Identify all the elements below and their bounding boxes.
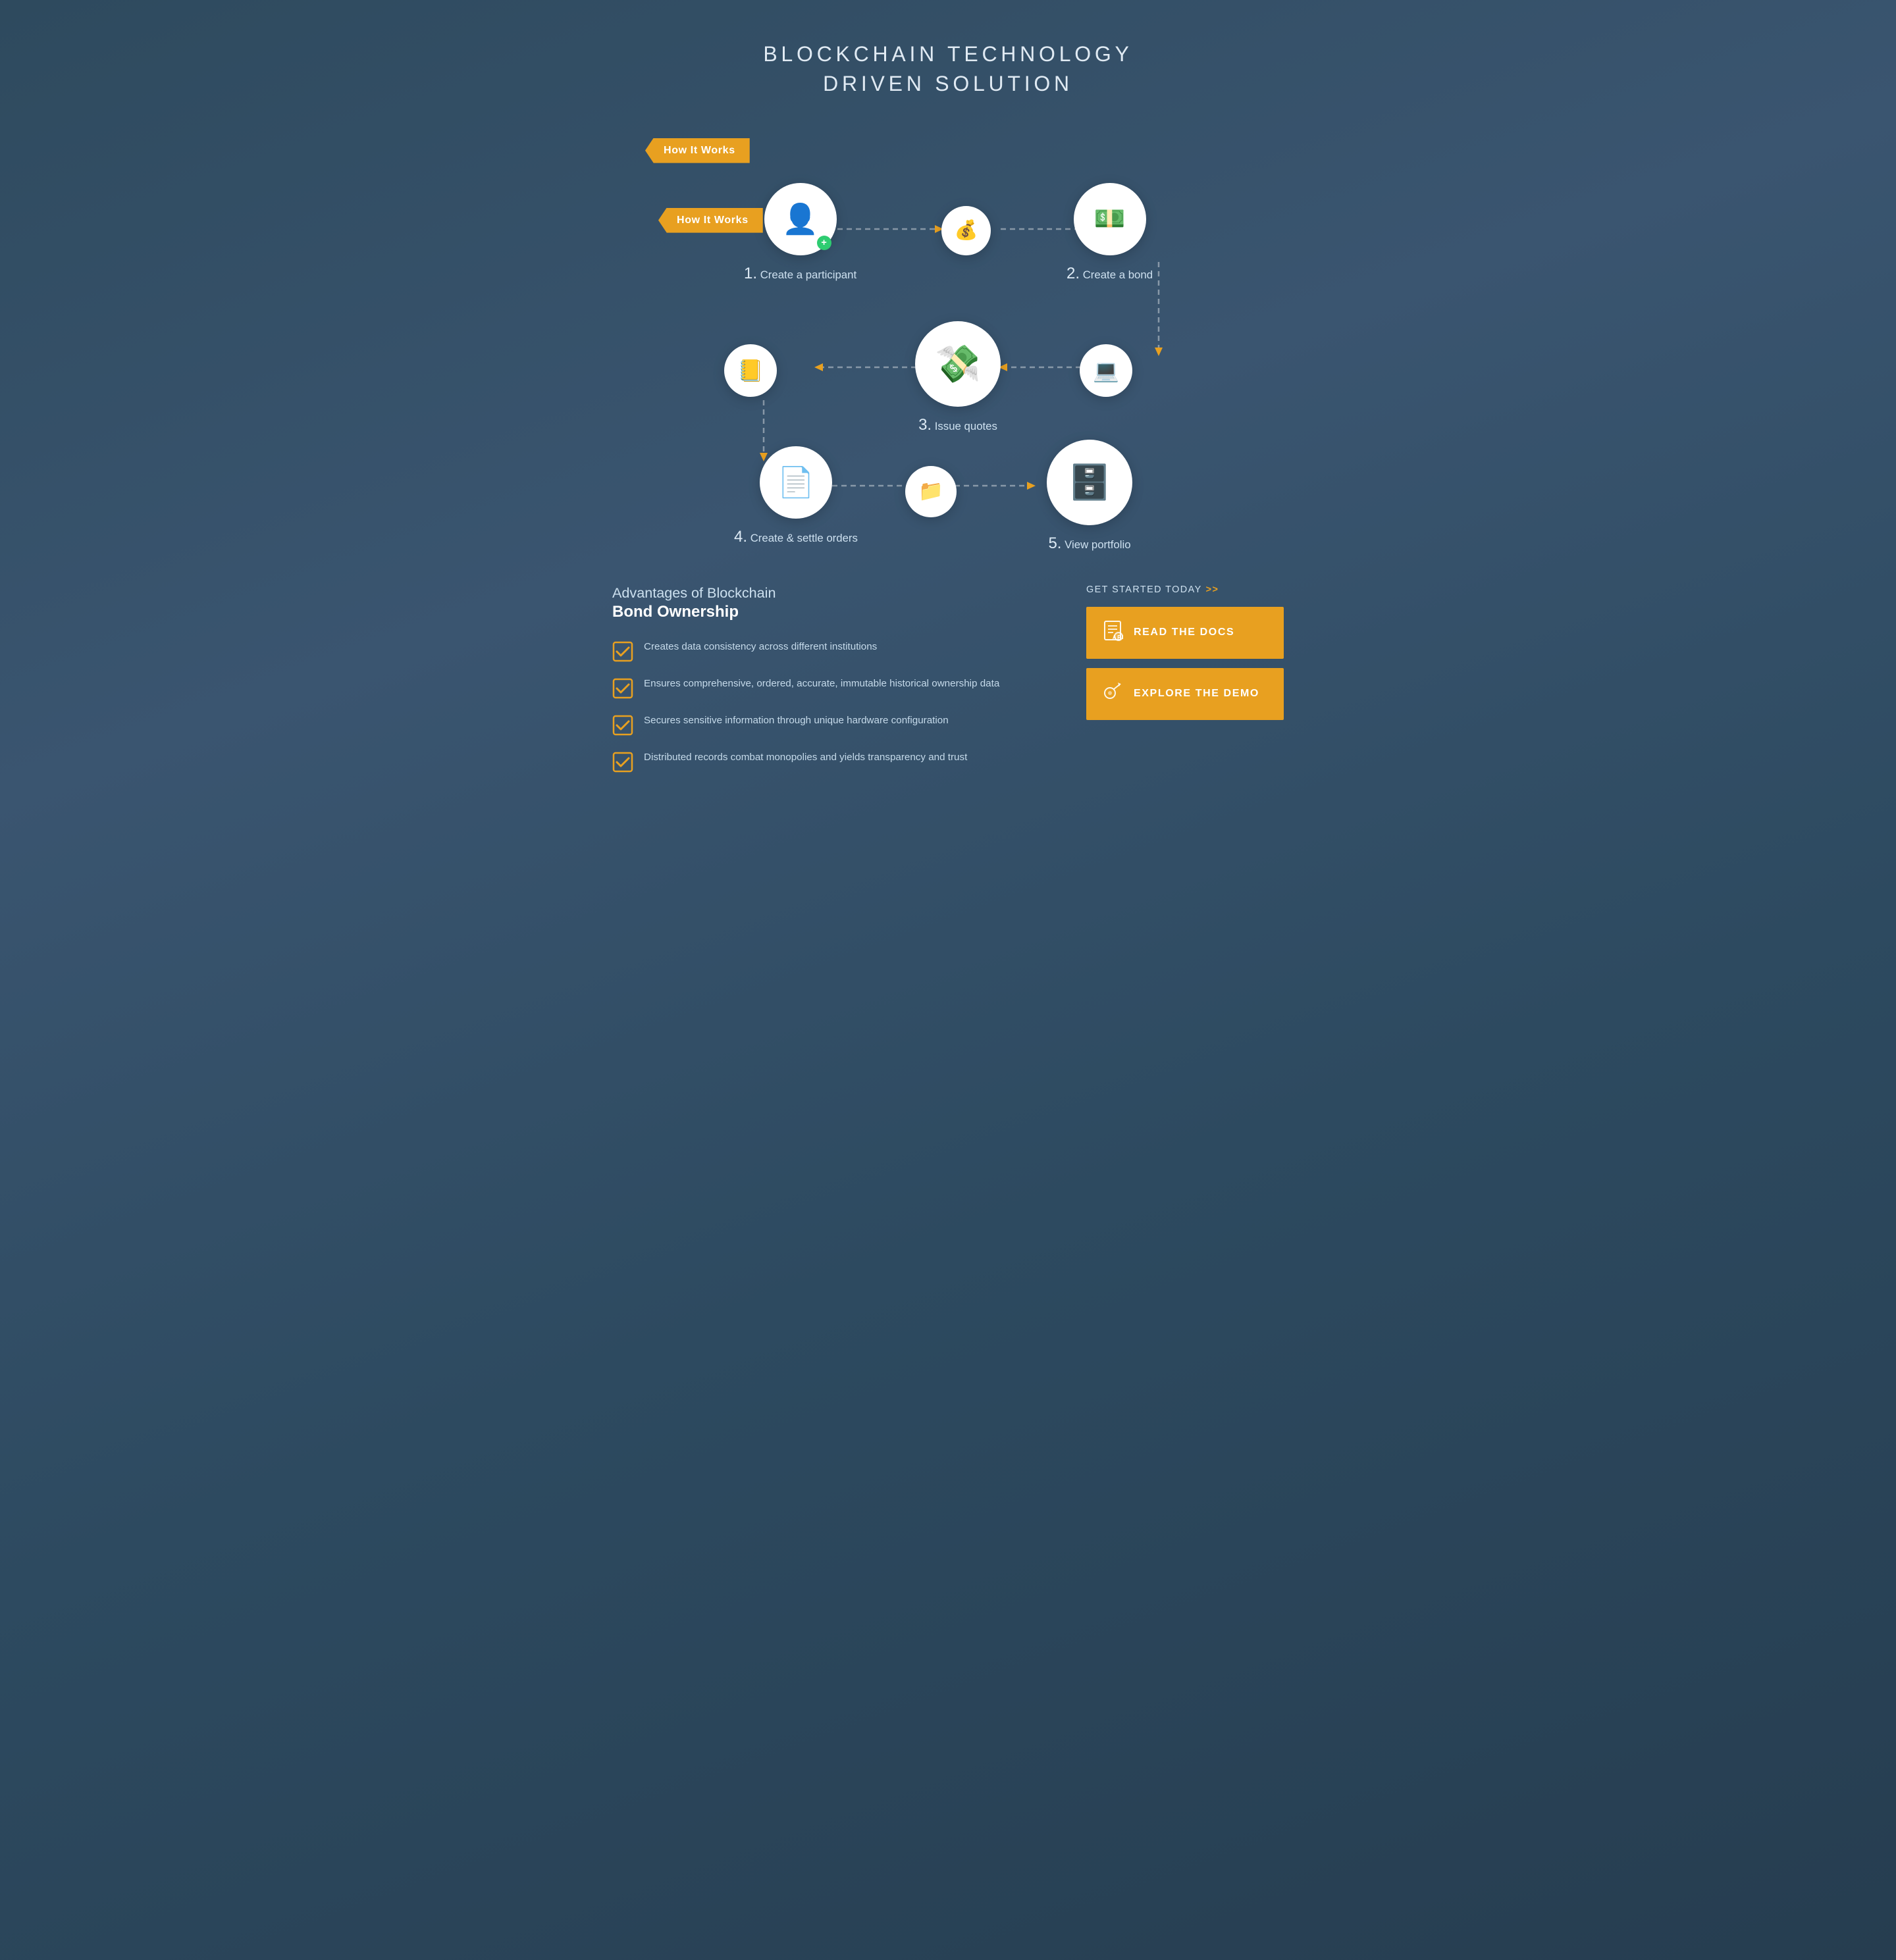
how-it-works-badge-2: How It Works (658, 208, 763, 233)
how-it-works-section: How It Works (612, 138, 1284, 532)
step-1-node: 👤 + 1. Create a participant (744, 183, 856, 283)
small-ledger-node: 📒 (724, 344, 777, 397)
check-icon-4 (612, 752, 633, 773)
how-it-works-badge: How It Works (645, 138, 750, 163)
step-1-label: 1. Create a participant (744, 265, 856, 283)
small-bond-node: 💰 (941, 206, 991, 255)
advantage-text-2: Ensures comprehensive, ordered, accurate… (644, 677, 999, 692)
advantage-item-1: Creates data consistency across differen… (612, 640, 1034, 662)
flow-diagram: How It Works 👤 + 1. Create a participant… (658, 163, 1238, 532)
cta-col: GET STARTED TODAY >> API READ THE DOCS (1086, 584, 1284, 729)
check-icon-3 (612, 715, 633, 736)
step-2-circle: 💵 (1074, 183, 1146, 255)
step-4-label: 4. Create & settle orders (734, 528, 858, 546)
page-header: BLOCKCHAIN TECHNOLOGY DRIVEN SOLUTION (612, 39, 1284, 99)
explore-demo-button[interactable]: EXPLORE THE DEMO (1086, 668, 1284, 720)
get-started-label: GET STARTED TODAY >> (1086, 584, 1284, 595)
read-docs-label: READ THE DOCS (1134, 627, 1234, 638)
step-2-node: 💵 2. Create a bond (1066, 183, 1153, 283)
advantage-text-3: Secures sensitive information through un… (644, 713, 949, 729)
step-3-icon: 💸 (935, 342, 981, 386)
explore-demo-icon (1101, 680, 1124, 708)
step-4-circle: 📄 (760, 446, 832, 519)
read-docs-icon: API (1101, 619, 1124, 647)
step-2-icon: 💵 (1094, 204, 1126, 234)
advantages-col: Advantages of Blockchain Bond Ownership … (612, 584, 1034, 787)
step-2-label: 2. Create a bond (1066, 265, 1153, 283)
small-bond-icon: 💰 (955, 219, 978, 242)
advantage-item-2: Ensures comprehensive, ordered, accurate… (612, 677, 1034, 699)
svg-text:API: API (1113, 634, 1124, 640)
small-trade-circle: 💻 (1080, 344, 1132, 397)
step-1-plus: + (817, 236, 831, 250)
explore-demo-label: EXPLORE THE DEMO (1134, 688, 1259, 700)
bottom-section: Advantages of Blockchain Bond Ownership … (612, 584, 1284, 787)
page-title: BLOCKCHAIN TECHNOLOGY DRIVEN SOLUTION (612, 39, 1284, 99)
small-folder-node: 📁 (905, 466, 957, 517)
advantages-title: Bond Ownership (612, 603, 1034, 621)
check-icon-2 (612, 678, 633, 699)
advantages-subtitle: Advantages of Blockchain (612, 584, 1034, 602)
advantage-item-3: Secures sensitive information through un… (612, 713, 1034, 736)
small-folder-icon: 📁 (918, 480, 943, 503)
advantage-text-4: Distributed records combat monopolies an… (644, 750, 967, 765)
small-ledger-icon: 📒 (737, 358, 764, 383)
step-5-label: 5. View portfolio (1048, 534, 1130, 553)
small-trade-icon: 💻 (1093, 358, 1119, 383)
step-4-icon: 📄 (777, 465, 814, 500)
step-3-label: 3. Issue quotes (918, 416, 997, 434)
step-3-circle: 💸 (915, 321, 1001, 407)
small-bond-circle: 💰 (941, 206, 991, 255)
step-1-circle: 👤 + (764, 183, 837, 255)
chevrons: >> (1206, 584, 1219, 595)
advantage-item-4: Distributed records combat monopolies an… (612, 750, 1034, 773)
advantage-text-1: Creates data consistency across differen… (644, 640, 877, 655)
check-icon-1 (612, 641, 633, 662)
step-1-icon: 👤 (782, 201, 819, 236)
small-ledger-circle: 📒 (724, 344, 777, 397)
read-docs-button[interactable]: API READ THE DOCS (1086, 607, 1284, 659)
step-5-node: 🗄️ 5. View portfolio (1047, 440, 1132, 553)
step-4-node: 📄 4. Create & settle orders (734, 446, 858, 546)
small-folder-circle: 📁 (905, 466, 957, 517)
step-5-circle: 🗄️ (1047, 440, 1132, 525)
step-5-icon: 🗄️ (1068, 462, 1111, 502)
small-trade-node: 💻 (1080, 344, 1132, 397)
step-3-node: 💸 3. Issue quotes (915, 321, 1001, 434)
